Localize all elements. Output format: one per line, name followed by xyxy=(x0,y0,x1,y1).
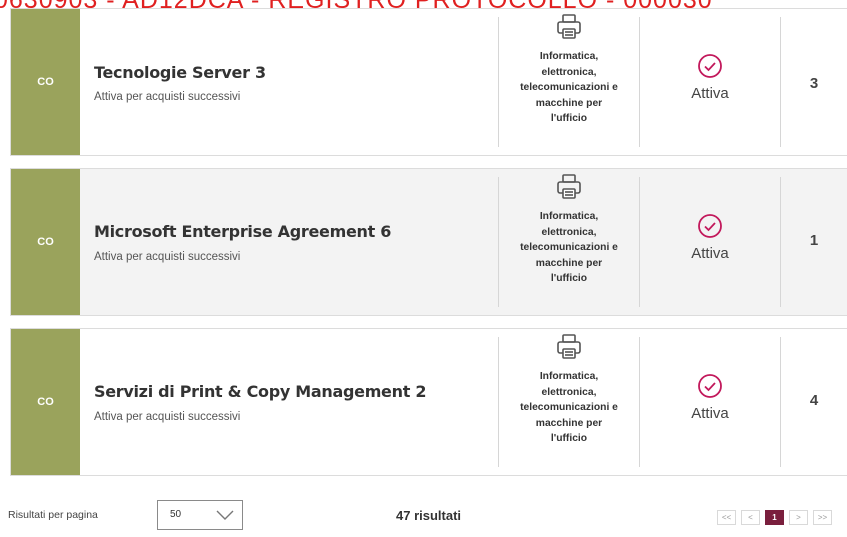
item-count: 4 xyxy=(809,392,819,409)
printer-icon xyxy=(557,174,581,199)
type-tag: CO xyxy=(11,9,80,155)
status-label: Attiva xyxy=(691,245,729,262)
pagination-footer: Risultati per pagina 50 47 risultati << … xyxy=(0,490,847,537)
list-item[interactable]: CO Tecnologie Server 3 Attiva per acquis… xyxy=(10,8,847,156)
last-page-button[interactable]: >> xyxy=(813,510,832,525)
select-value: 50 xyxy=(170,509,182,520)
status-cell: Attiva xyxy=(640,213,780,262)
prev-page-button[interactable]: < xyxy=(741,510,760,525)
list-item[interactable]: CO Servizi di Print & Copy Management 2 … xyxy=(10,328,847,476)
pagination: << < 1 > >> xyxy=(717,510,832,525)
item-title[interactable]: Tecnologie Server 3 xyxy=(94,63,266,82)
category-cell: Informatica, elettronica, telecomunicazion… xyxy=(499,169,639,287)
item-count: 1 xyxy=(809,232,819,249)
status-cell: Attiva xyxy=(640,373,780,422)
status-label: Attiva xyxy=(691,85,729,102)
chevron-down-icon xyxy=(216,510,234,520)
next-page-button[interactable]: > xyxy=(789,510,808,525)
item-subtitle: Attiva per acquisti successivi xyxy=(94,251,241,263)
item-title[interactable]: Microsoft Enterprise Agreement 6 xyxy=(94,222,391,241)
results-per-page-label: Risultati per pagina xyxy=(8,509,98,521)
item-subtitle: Attiva per acquisti successivi xyxy=(94,411,241,423)
results-per-page-select[interactable]: 50 xyxy=(157,500,243,530)
type-tag: CO xyxy=(11,169,80,315)
check-circle-icon xyxy=(698,214,722,238)
item-title[interactable]: Servizi di Print & Copy Management 2 xyxy=(94,382,426,401)
first-page-button[interactable]: << xyxy=(717,510,736,525)
category-label: Informatica, elettronica, telecomunicazion… xyxy=(520,211,618,284)
printer-icon xyxy=(557,334,581,359)
category-label: Informatica, elettronica, telecomunicazion… xyxy=(520,51,618,124)
list-item[interactable]: CO Microsoft Enterprise Agreement 6 Atti… xyxy=(10,168,847,316)
status-label: Attiva xyxy=(691,405,729,422)
item-count: 3 xyxy=(809,75,819,92)
category-label: Informatica, elettronica, telecomunicazion… xyxy=(520,371,618,444)
item-subtitle: Attiva per acquisti successivi xyxy=(94,91,241,103)
category-cell: Informatica, elettronica, telecomunicazion… xyxy=(499,329,639,447)
results-count: 47 risultati xyxy=(396,508,462,523)
page-1-button[interactable]: 1 xyxy=(765,510,784,525)
category-cell: Informatica, elettronica, telecomunicazion… xyxy=(499,9,639,127)
check-circle-icon xyxy=(698,374,722,398)
printer-icon xyxy=(557,14,581,39)
check-circle-icon xyxy=(698,54,722,78)
status-cell: Attiva xyxy=(640,53,780,102)
type-tag: CO xyxy=(11,329,80,475)
